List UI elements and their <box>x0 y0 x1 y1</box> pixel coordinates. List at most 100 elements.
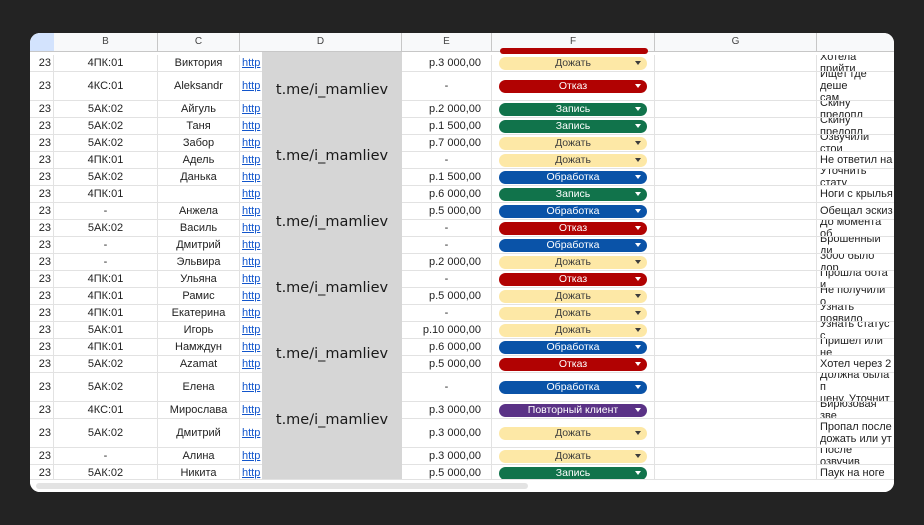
cell-price[interactable]: р.1 500,00 <box>402 169 492 185</box>
cell-a[interactable]: 23 <box>30 186 54 202</box>
cell-price[interactable]: р.3 000,00 <box>402 55 492 71</box>
cell-g[interactable] <box>655 305 817 321</box>
status-dropdown-chip[interactable]: Повторный клиент <box>499 403 647 417</box>
cell-name[interactable]: Ульяна <box>158 271 240 287</box>
cell-g[interactable] <box>655 356 817 372</box>
cell-code[interactable]: 4КС:01 <box>54 72 158 100</box>
cell-name[interactable]: ⌂ <box>158 186 240 202</box>
profile-link[interactable]: http <box>242 205 260 217</box>
cell-comment[interactable]: Хотела прийти <box>817 55 894 71</box>
cell-price[interactable]: - <box>402 305 492 321</box>
profile-link[interactable]: http <box>242 381 260 393</box>
cell-a[interactable]: 23 <box>30 135 54 151</box>
profile-link[interactable]: http <box>242 341 260 353</box>
profile-link[interactable]: http <box>242 324 260 336</box>
cell-status[interactable]: Обработка <box>492 237 655 253</box>
cell-status[interactable]: Дожать <box>492 419 655 447</box>
cell-code[interactable]: 4ПК:01 <box>54 152 158 168</box>
cell-g[interactable] <box>655 448 817 464</box>
profile-link[interactable]: http <box>242 171 260 183</box>
cell-status[interactable]: Отказ <box>492 220 655 236</box>
status-dropdown-chip[interactable]: Запись <box>499 187 647 201</box>
cell-comment[interactable]: Узнать статус с <box>817 322 894 338</box>
cell-name[interactable]: Екатерина <box>158 305 240 321</box>
cell-name[interactable]: Елена <box>158 373 240 401</box>
cell-code[interactable]: 5АК:02 <box>54 135 158 151</box>
dropdown-arrow-icon[interactable] <box>635 208 641 213</box>
dropdown-arrow-icon[interactable] <box>635 174 641 179</box>
cell-price[interactable]: р.5 000,00 <box>402 288 492 304</box>
profile-link[interactable]: http <box>242 188 260 200</box>
cell-status[interactable]: Отказ <box>492 356 655 372</box>
profile-link[interactable]: http <box>242 307 260 319</box>
dropdown-arrow-icon[interactable] <box>635 140 641 145</box>
cell-a[interactable]: 23 <box>30 356 54 372</box>
status-dropdown-chip[interactable]: Отказ <box>499 357 647 371</box>
cell-comment[interactable]: Ищет где деше сам <box>817 72 894 100</box>
cell-status[interactable]: Дожать <box>492 55 655 71</box>
dropdown-arrow-icon[interactable] <box>635 327 641 332</box>
cell-comment[interactable]: 3000 было дор <box>817 254 894 270</box>
cell-code[interactable]: 5АК:02 <box>54 356 158 372</box>
cell-name[interactable]: Дмитрий <box>158 419 240 447</box>
cell-price[interactable]: р.2 000,00 <box>402 101 492 117</box>
status-dropdown-chip[interactable]: Дожать <box>499 449 647 463</box>
status-dropdown-chip[interactable]: Запись <box>499 466 647 480</box>
cell-comment[interactable]: Уточнить стату <box>817 169 894 185</box>
cell-price[interactable]: р.3 000,00 <box>402 448 492 464</box>
cell-name[interactable]: Василь <box>158 220 240 236</box>
select-all-corner[interactable] <box>30 33 54 51</box>
cell-comment[interactable]: Бирюзовая зве <box>817 402 894 418</box>
cell-status[interactable]: Дожать <box>492 135 655 151</box>
cell-name[interactable]: Azamat <box>158 356 240 372</box>
cell-name[interactable]: Забор <box>158 135 240 151</box>
cell-code[interactable]: 5АК:02 <box>54 101 158 117</box>
cell-g[interactable] <box>655 254 817 270</box>
dropdown-arrow-icon[interactable] <box>635 191 641 196</box>
cell-g[interactable] <box>655 135 817 151</box>
cell-name[interactable]: Рамис <box>158 288 240 304</box>
cell-comment[interactable]: Скину предопл <box>817 101 894 117</box>
cell-code[interactable]: 4ПК:01 <box>54 55 158 71</box>
cell-code[interactable]: 5АК:01 <box>54 322 158 338</box>
cell-a[interactable]: 23 <box>30 288 54 304</box>
cell-name[interactable]: Данька <box>158 169 240 185</box>
cell-code[interactable]: 4ПК:01 <box>54 186 158 202</box>
cell-g[interactable] <box>655 373 817 401</box>
cell-a[interactable]: 23 <box>30 305 54 321</box>
cell-price[interactable]: р.6 000,00 <box>402 339 492 355</box>
status-dropdown-chip[interactable]: Дожать <box>499 56 647 70</box>
status-dropdown-chip[interactable]: Отказ <box>499 221 647 235</box>
column-header-e[interactable]: E <box>402 33 492 51</box>
cell-comment[interactable]: Пропал после дожать или ут <box>817 419 894 447</box>
dropdown-arrow-icon[interactable] <box>635 384 641 389</box>
cell-a[interactable]: 23 <box>30 448 54 464</box>
cell-code[interactable]: 5АК:02 <box>54 118 158 134</box>
cell-status[interactable]: Повторный клиент <box>492 402 655 418</box>
cell-code[interactable]: 5АК:02 <box>54 419 158 447</box>
column-header-c[interactable]: C <box>158 33 240 51</box>
cell-g[interactable] <box>655 322 817 338</box>
cell-status[interactable]: Дожать <box>492 152 655 168</box>
column-header-d[interactable]: D <box>240 33 402 51</box>
cell-a[interactable]: 23 <box>30 271 54 287</box>
cell-g[interactable] <box>655 402 817 418</box>
profile-link[interactable]: http <box>242 427 260 439</box>
cell-a[interactable]: 23 <box>30 72 54 100</box>
cell-g[interactable] <box>655 220 817 236</box>
profile-link[interactable]: http <box>242 239 260 251</box>
column-header-b[interactable]: B <box>54 33 158 51</box>
profile-link[interactable]: http <box>242 57 260 69</box>
status-dropdown-chip[interactable]: Дожать <box>499 289 647 303</box>
cell-code[interactable]: 5АК:02 <box>54 169 158 185</box>
cell-code[interactable]: 4ПК:01 <box>54 288 158 304</box>
status-dropdown-chip[interactable]: Запись <box>499 102 647 116</box>
cell-name[interactable]: Алина <box>158 448 240 464</box>
cell-comment[interactable]: Обещал эскиз <box>817 203 894 219</box>
cell-price[interactable]: р.6 000,00 <box>402 186 492 202</box>
cell-a[interactable]: 23 <box>30 55 54 71</box>
cell-g[interactable] <box>655 186 817 202</box>
cell-g[interactable] <box>655 55 817 71</box>
profile-link[interactable]: http <box>242 290 260 302</box>
cell-name[interactable]: Мирослава <box>158 402 240 418</box>
